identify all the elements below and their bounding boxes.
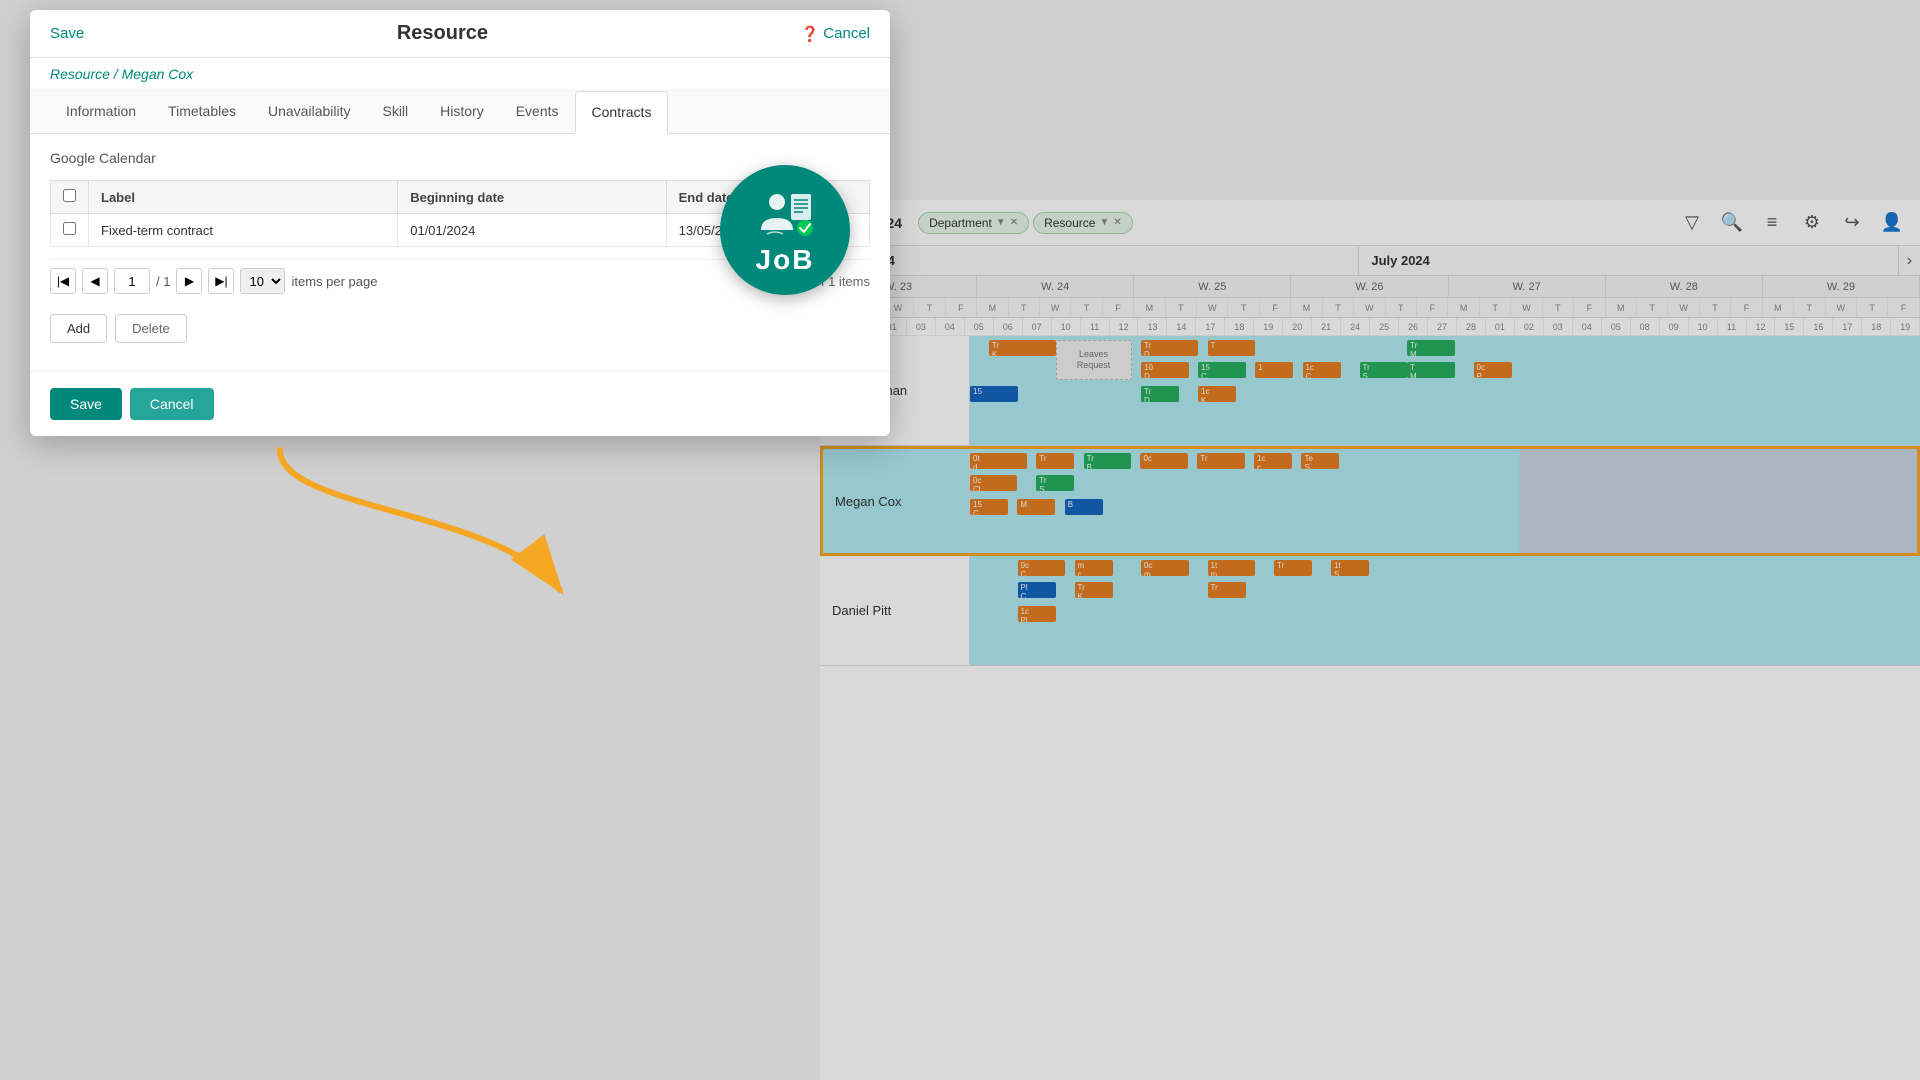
job-badge-text: JoB bbox=[756, 244, 815, 276]
select-all-checkbox[interactable] bbox=[63, 189, 76, 202]
tab-events[interactable]: Events bbox=[500, 91, 575, 133]
col-beginning-date: Beginning date bbox=[398, 181, 666, 214]
cancel-label-text: Cancel bbox=[823, 25, 870, 42]
next-page-button[interactable]: ▶ bbox=[176, 268, 202, 294]
add-button[interactable]: Add bbox=[50, 314, 107, 343]
items-per-page-select[interactable]: 10 25 50 bbox=[240, 268, 285, 294]
items-per-page-label: items per page bbox=[291, 274, 377, 289]
google-calendar-label: Google Calendar bbox=[50, 150, 870, 166]
row-checkbox-cell bbox=[51, 214, 89, 247]
action-buttons: Add Delete bbox=[50, 314, 870, 343]
contract-label-cell: Fixed-term contract bbox=[89, 214, 398, 247]
footer-cancel-button[interactable]: Cancel bbox=[130, 388, 214, 420]
prev-page-button[interactable]: ◀ bbox=[82, 268, 108, 294]
page-input[interactable] bbox=[114, 268, 150, 294]
breadcrumb: Resource / Megan Cox bbox=[30, 58, 890, 91]
header-save-button[interactable]: Save bbox=[50, 25, 84, 42]
modal-footer: Save Cancel bbox=[30, 371, 890, 436]
tab-information[interactable]: Information bbox=[50, 91, 152, 133]
col-checkbox bbox=[51, 181, 89, 214]
tab-skill[interactable]: Skill bbox=[366, 91, 424, 133]
page-separator: / 1 bbox=[156, 274, 170, 289]
breadcrumb-text: Resource / Megan Cox bbox=[50, 66, 193, 82]
contract-begin-cell: 01/01/2024 bbox=[398, 214, 666, 247]
row-checkbox[interactable] bbox=[63, 222, 76, 235]
modal-header: Save Resource ❓ Cancel bbox=[30, 10, 890, 58]
job-badge-icon bbox=[755, 184, 815, 244]
tab-contracts[interactable]: Contracts bbox=[575, 91, 669, 134]
col-label: Label bbox=[89, 181, 398, 214]
tab-timetables[interactable]: Timetables bbox=[152, 91, 252, 133]
delete-button[interactable]: Delete bbox=[115, 314, 187, 343]
last-page-button[interactable]: ▶| bbox=[208, 268, 234, 294]
help-icon: ❓ bbox=[801, 25, 820, 43]
tab-history[interactable]: History bbox=[424, 91, 500, 133]
first-page-button[interactable]: |◀ bbox=[50, 268, 76, 294]
tab-unavailability[interactable]: Unavailability bbox=[252, 91, 366, 133]
header-cancel-button[interactable]: ❓ Cancel bbox=[801, 25, 870, 43]
modal-title: Resource bbox=[397, 22, 488, 45]
modal-tabs: Information Timetables Unavailability Sk… bbox=[30, 91, 890, 134]
footer-save-button[interactable]: Save bbox=[50, 388, 122, 420]
job-badge: JoB bbox=[720, 165, 850, 295]
